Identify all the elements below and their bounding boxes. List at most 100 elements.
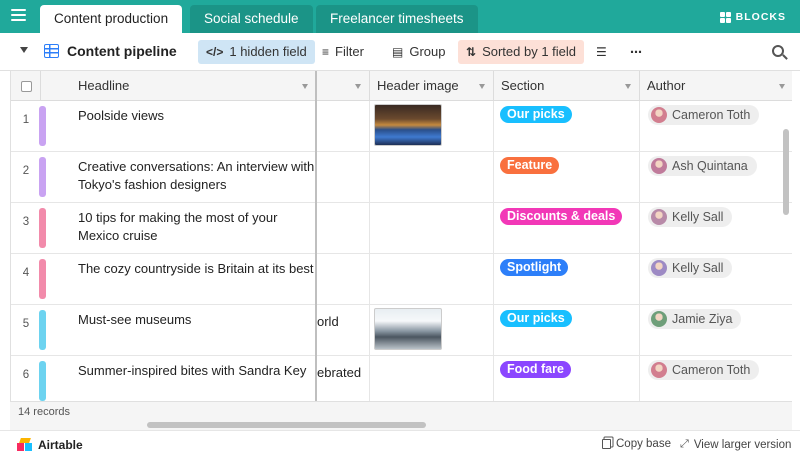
section-tag: Our picks (500, 310, 572, 327)
row-color-bar (39, 259, 46, 299)
column-menu-icon[interactable] (302, 84, 308, 89)
blocks-label: BLOCKS (735, 11, 786, 23)
column-header-section[interactable]: Section (494, 71, 640, 101)
tab-content-production[interactable]: Content production (40, 5, 183, 33)
row-color-bar (39, 106, 46, 146)
primary-cell[interactable]: 6 Summer-inspired bites with Sandra Key (11, 356, 317, 401)
author-name: Cameron Toth (672, 363, 751, 377)
airtable-logo-icon (17, 438, 33, 452)
table-row[interactable]: 1 Poolside views Our picks Cameron Toth (11, 101, 792, 152)
frozen-column-divider[interactable] (315, 71, 317, 401)
view-larger-button[interactable]: ⤢ View larger version (680, 438, 791, 451)
view-larger-label: View larger version (693, 438, 792, 451)
filter-icon: ≡ (322, 45, 330, 59)
header-image-cell[interactable] (370, 254, 494, 304)
section-tag: Our picks (500, 106, 572, 123)
vertical-scrollbar[interactable] (783, 129, 789, 215)
grid-header: Headline Header image Section Author (11, 71, 792, 101)
avatar (651, 209, 667, 225)
column-header-author[interactable]: Author (640, 71, 792, 101)
header-image-cell[interactable] (370, 203, 494, 253)
row-number: 6 (22, 369, 30, 381)
filter-label: Filter (335, 44, 364, 59)
tab-social-schedule[interactable]: Social schedule (190, 5, 313, 33)
filter-button[interactable]: ≡ Filter (314, 40, 372, 64)
column-title-section: Section (501, 78, 545, 93)
section-tag: Food fare (500, 361, 571, 378)
records-grid: Headline Header image Section Author 1 Po… (10, 71, 792, 401)
group-icon: ▤ (392, 45, 404, 59)
section-tag: Spotlight (500, 259, 569, 276)
primary-cell[interactable]: 3 10 tips for making the most of your Mex… (11, 203, 317, 253)
primary-cell[interactable]: 2 Creative conversations: An interview wi… (11, 152, 317, 202)
view-name[interactable]: Content pipeline (67, 43, 177, 59)
headline-cell[interactable]: 10 tips for making the most of your Mexi… (78, 209, 318, 245)
horizontal-scrollbar[interactable] (147, 422, 426, 428)
summary-bar: 14 records (10, 401, 792, 430)
airtable-logo[interactable]: Airtable (17, 438, 83, 452)
more-icon: ⋯ (630, 45, 642, 59)
tab-freelancer-timesheets[interactable]: Freelancer timesheets (316, 5, 478, 33)
partial-cell[interactable] (317, 356, 370, 401)
primary-cell[interactable]: 5 Must-see museums (11, 305, 317, 355)
row-number: 3 (22, 216, 30, 228)
more-options-button[interactable]: ⋯ (622, 40, 650, 64)
hide-fields-button[interactable]: </> 1 hidden field (198, 40, 315, 64)
row-height-button[interactable]: ☰ (588, 40, 615, 64)
partial-cell[interactable] (317, 203, 370, 253)
partial-cell[interactable] (317, 305, 370, 355)
expand-icon: ⤢ (680, 438, 689, 450)
author-chip: Kelly Sall (648, 207, 733, 227)
airtable-brand: Airtable (38, 438, 83, 452)
embed-footer: Airtable Copy base ⤢ View larger version (0, 430, 800, 459)
view-switcher-caret-icon[interactable] (20, 47, 28, 53)
avatar (651, 260, 667, 276)
table-row[interactable]: 3 10 tips for making the most of your Mex… (11, 203, 792, 254)
table-row[interactable]: 6 Summer-inspired bites with Sandra Key eb… (11, 356, 792, 401)
row-number: 5 (22, 318, 30, 330)
headline-cell[interactable]: Poolside views (78, 107, 318, 125)
row-height-icon: ☰ (596, 45, 607, 59)
column-header-headline[interactable]: Headline (41, 71, 317, 101)
partial-cell[interactable] (317, 254, 370, 304)
partial-cell[interactable] (317, 152, 370, 202)
headline-cell[interactable]: The cozy countryside is Britain at its b… (78, 260, 318, 278)
row-number: 4 (22, 267, 30, 279)
header-image-thumbnail[interactable] (374, 308, 442, 350)
column-header-hidden[interactable] (317, 71, 370, 101)
column-title-headline: Headline (78, 78, 130, 93)
header-image-cell[interactable] (370, 356, 494, 401)
copy-icon (602, 439, 611, 449)
author-chip: Ash Quintana (648, 156, 757, 176)
column-title-author: Author (647, 78, 686, 93)
column-menu-icon[interactable] (779, 84, 785, 89)
headline-cell[interactable]: Creative conversations: An interview wit… (78, 158, 318, 194)
sort-icon: ⇅ (466, 45, 477, 59)
partial-cell[interactable] (317, 101, 370, 151)
primary-cell[interactable]: 4 The cozy countryside is Britain at its … (11, 254, 317, 304)
header-image-thumbnail[interactable] (374, 104, 442, 146)
group-label: Group (409, 44, 446, 59)
table-row[interactable]: 5 Must-see museums orld Our picks Jamie Ziya (11, 305, 792, 356)
select-all-checkbox[interactable] (21, 81, 32, 92)
header-image-cell[interactable] (370, 152, 494, 202)
headline-cell[interactable]: Summer-inspired bites with Sandra Key (78, 362, 318, 380)
sort-button[interactable]: ⇅ Sorted by 1 field (458, 40, 585, 64)
table-row[interactable]: 2 Creative conversations: An interview wi… (11, 152, 792, 203)
menu-icon[interactable] (11, 9, 26, 23)
author-chip: Cameron Toth (648, 105, 760, 125)
row-color-bar (39, 310, 46, 350)
search-icon[interactable] (772, 45, 784, 57)
headline-cell[interactable]: Must-see museums (78, 311, 318, 329)
group-button[interactable]: ▤ Group (384, 40, 453, 64)
blocks-button[interactable]: BLOCKS (719, 10, 786, 24)
copy-base-button[interactable]: Copy base (602, 438, 671, 450)
column-header-header-image[interactable]: Header image (370, 71, 494, 101)
column-menu-icon[interactable] (479, 84, 485, 89)
author-name: Ash Quintana (672, 159, 748, 173)
column-menu-icon[interactable] (625, 84, 631, 89)
table-row[interactable]: 4 The cozy countryside is Britain at its … (11, 254, 792, 305)
row-color-bar (39, 208, 46, 248)
primary-cell[interactable]: 1 Poolside views (11, 101, 317, 151)
column-menu-icon[interactable] (355, 84, 361, 89)
